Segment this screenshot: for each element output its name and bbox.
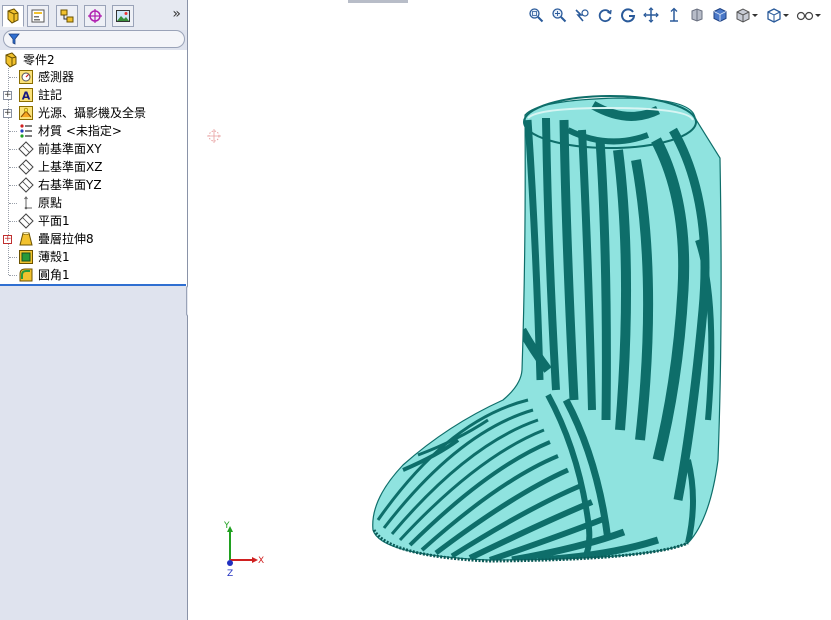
- configurationmanager-icon: [60, 9, 74, 23]
- tree-item-shell[interactable]: 薄殼1: [18, 248, 70, 266]
- display-manager-icon: [116, 10, 130, 22]
- feature-manager-panel: » 零件2 感測器 + A 註記 + 光源、攝影機及全景 材質 <未指定> 前基…: [0, 0, 188, 620]
- tree-item-top-plane[interactable]: 上基準面XZ: [18, 158, 102, 176]
- filter-funnel-icon: [8, 33, 20, 45]
- expand-lights-toggle[interactable]: +: [3, 109, 12, 118]
- tree-item-front-plane[interactable]: 前基準面XY: [18, 140, 102, 158]
- coordinate-triad: Y X Z: [223, 521, 264, 578]
- part-icon: [3, 52, 19, 68]
- rollback-bar[interactable]: [0, 284, 186, 286]
- lights-camera-icon: [18, 105, 34, 121]
- expand-annotations-toggle[interactable]: +: [3, 91, 12, 100]
- annotation-icon: A: [18, 87, 34, 103]
- plane-icon: [18, 177, 34, 193]
- configurationmanager-tab[interactable]: [56, 5, 78, 27]
- tree-item-label: 疊層拉伸8: [38, 232, 94, 246]
- expand-loft-toggle[interactable]: +: [3, 235, 12, 244]
- sensor-icon: [18, 69, 34, 85]
- tree-connector: [9, 221, 17, 222]
- tree-item-label: 材質 <未指定>: [38, 124, 122, 138]
- tree-connector: [9, 149, 17, 150]
- tree-item-label: 平面1: [38, 214, 70, 228]
- crosshair-target-icon: [88, 9, 102, 23]
- tree-connector: [9, 203, 17, 204]
- dimxpert-tab[interactable]: [84, 5, 106, 27]
- tree-item-plane1[interactable]: 平面1: [18, 212, 70, 230]
- triad-y-label: Y: [223, 521, 230, 531]
- plane-icon: [18, 213, 34, 229]
- tree-root-part[interactable]: 零件2: [3, 51, 55, 69]
- triad-z-label: Z: [227, 569, 233, 578]
- tree-root-label: 零件2: [23, 53, 55, 67]
- tree-connector: [9, 185, 17, 186]
- fillet-icon: [18, 267, 34, 283]
- tree-item-label: 圓角1: [38, 268, 70, 282]
- tree-connector: [9, 77, 17, 78]
- tree-item-right-plane[interactable]: 右基準面YZ: [18, 176, 102, 194]
- svg-text:A: A: [22, 90, 31, 103]
- featuremanager-tab[interactable]: [2, 5, 24, 27]
- tree-item-label: 原點: [38, 196, 63, 210]
- graphics-area[interactable]: Y X Z: [188, 0, 831, 620]
- tree-item-annotations[interactable]: A 註記: [18, 86, 62, 104]
- panel-tab-bar: »: [0, 0, 187, 30]
- tree-item-material[interactable]: 材質 <未指定>: [18, 122, 122, 140]
- propertymanager-tab[interactable]: [27, 5, 49, 27]
- tree-item-loft[interactable]: 疊層拉伸8: [18, 230, 94, 248]
- shell-icon: [18, 249, 34, 265]
- tree-item-origin[interactable]: 原點: [18, 194, 62, 212]
- tree-connector: [9, 257, 17, 258]
- tree-item-label: 註記: [38, 88, 63, 102]
- tree-item-label: 感測器: [38, 70, 75, 84]
- plane-icon: [18, 159, 34, 175]
- tree-connector: [9, 167, 17, 168]
- tree-item-label: 上基準面XZ: [38, 160, 103, 174]
- boot-model-zebra[interactable]: [188, 0, 831, 620]
- tree-item-label: 前基準面XY: [38, 142, 102, 156]
- display-manager-tab[interactable]: [112, 5, 134, 27]
- tree-connector: [9, 275, 17, 276]
- tree-item-sensors[interactable]: 感測器: [18, 68, 74, 86]
- tree-item-label: 右基準面YZ: [38, 178, 102, 192]
- more-tabs-chevron[interactable]: »: [172, 7, 181, 21]
- propertymanager-icon: [31, 9, 45, 23]
- plane-icon: [18, 141, 34, 157]
- tree-connector: [9, 131, 17, 132]
- featuremanager-icon: [7, 8, 19, 24]
- triad-x-label: X: [258, 556, 264, 566]
- tree-item-fillet[interactable]: 圓角1: [18, 266, 70, 284]
- feature-tree: 零件2 感測器 + A 註記 + 光源、攝影機及全景 材質 <未指定> 前基準面…: [0, 50, 187, 286]
- tree-item-label: 光源、攝影機及全景: [38, 106, 147, 120]
- tree-filter-input[interactable]: [3, 30, 185, 48]
- loft-icon: [18, 231, 34, 247]
- tree-item-label: 薄殼1: [38, 250, 70, 264]
- material-icon: [18, 123, 34, 139]
- tree-item-lights-cameras[interactable]: 光源、攝影機及全景: [18, 104, 146, 122]
- origin-icon: [18, 195, 34, 211]
